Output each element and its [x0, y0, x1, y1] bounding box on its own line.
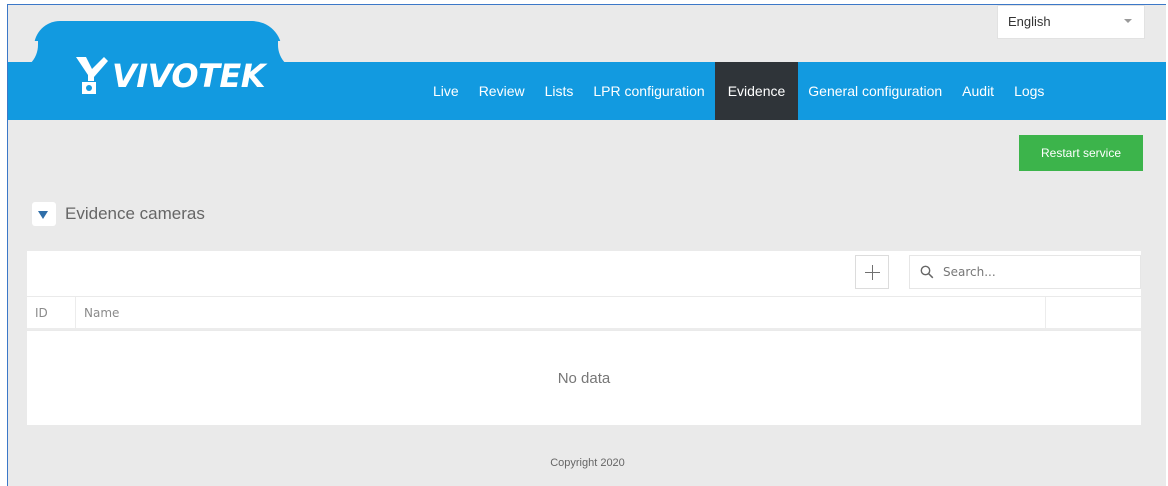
nav-item-live[interactable]: Live: [423, 62, 469, 120]
language-select-value: English: [1008, 14, 1051, 29]
section-title: Evidence cameras: [65, 204, 205, 223]
column-header-name[interactable]: Name: [76, 297, 1046, 328]
copyright-text: Copyright 2020: [550, 457, 625, 469]
add-camera-button[interactable]: [855, 255, 889, 289]
collapse-toggle-icon[interactable]: [32, 202, 56, 226]
column-header-id[interactable]: ID: [27, 297, 76, 328]
chevron-down-icon: [1124, 19, 1132, 23]
table-toolbar: [27, 251, 1141, 296]
restart-service-button[interactable]: Restart service: [1019, 135, 1143, 171]
brand-name: VIVOTEK: [112, 57, 266, 95]
nav-item-logs[interactable]: Logs: [1004, 62, 1054, 120]
nav-item-lists[interactable]: Lists: [535, 62, 584, 120]
search-input[interactable]: [943, 265, 1123, 279]
column-header-actions: [1046, 297, 1141, 328]
app-frame: English Live Review Lists LPR configurat…: [7, 4, 1166, 486]
nav-item-evidence[interactable]: Evidence: [714, 62, 799, 120]
nav-item-lpr-configuration[interactable]: LPR configuration: [583, 62, 714, 120]
language-select[interactable]: English: [997, 5, 1145, 39]
search-field[interactable]: [909, 255, 1141, 289]
brand-logo: VIVOTEK: [74, 51, 274, 101]
nav-menu: Live Review Lists LPR configuration Evid…: [423, 62, 1054, 120]
table-header: ID Name: [27, 297, 1141, 330]
nav-item-general-configuration[interactable]: General configuration: [798, 62, 952, 120]
vivotek-logo-icon: [76, 57, 108, 94]
nav-item-review[interactable]: Review: [469, 62, 535, 120]
nav-item-audit[interactable]: Audit: [952, 62, 1004, 120]
search-icon: [920, 265, 934, 279]
table-body: No data: [27, 331, 1141, 425]
empty-state-text: No data: [557, 369, 611, 387]
